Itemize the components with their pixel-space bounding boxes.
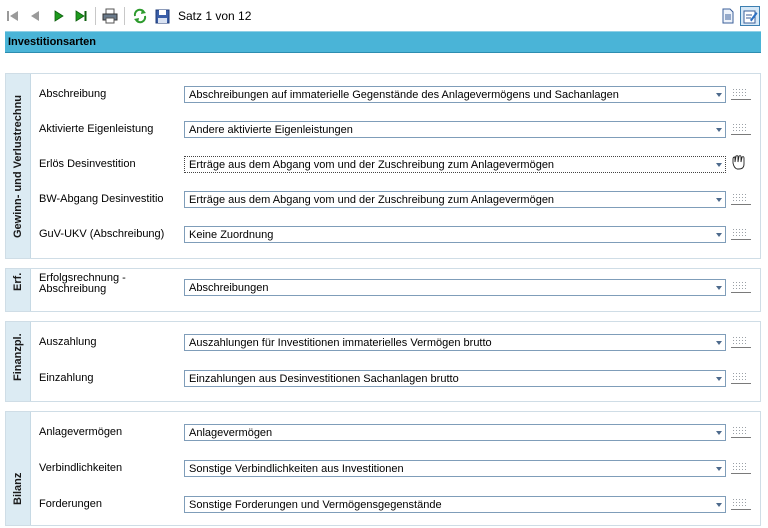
- lookup-grid-icon[interactable]: [730, 334, 752, 350]
- refresh-icon[interactable]: [131, 7, 149, 25]
- lookup-grid-icon[interactable]: [730, 496, 752, 512]
- combo-value: Abschreibungen: [189, 282, 269, 294]
- combo-bw-abgang-desinvestition[interactable]: Erträge aus dem Abgang vom und der Zusch…: [184, 191, 726, 208]
- dropdown-arrow-icon[interactable]: [713, 461, 725, 476]
- group-label: Finanzpl.: [12, 333, 24, 381]
- combo-value: Sonstige Verbindlichkeiten aus Investiti…: [189, 463, 404, 475]
- field-label: Auszahlung: [39, 336, 97, 348]
- field-label: BW-Abgang Desinvestitio: [39, 193, 164, 205]
- field-label: Erfolgsrechnung - Abschreibung: [39, 273, 126, 295]
- field-label: Anlagevermögen: [39, 426, 123, 438]
- toolbar: Satz 1 von 12: [0, 0, 768, 30]
- next-record-icon[interactable]: [50, 7, 68, 25]
- combo-erloes-desinvestition[interactable]: Erträge aus dem Abgang vom und der Zusch…: [184, 156, 726, 173]
- dropdown-arrow-icon[interactable]: [713, 122, 725, 137]
- panel-title-bar: Investitionsarten: [5, 31, 761, 53]
- lookup-grid-icon[interactable]: [730, 370, 752, 386]
- lookup-grid-icon[interactable]: [730, 226, 752, 242]
- combo-value: Einzahlungen aus Desinvestitionen Sachan…: [189, 373, 459, 385]
- group-tab: Gewinn- und Verlustrechnu: [6, 74, 31, 258]
- dropdown-arrow-icon[interactable]: [713, 87, 725, 102]
- dropdown-arrow-icon[interactable]: [713, 192, 725, 207]
- print-icon[interactable]: [101, 7, 119, 25]
- group-erfolgsrechnung: Erf. Erfolgsrechnung - Abschreibung Absc…: [5, 268, 761, 312]
- hand-cursor-icon: [730, 154, 752, 170]
- combo-value: Abschreibungen auf immaterielle Gegenstä…: [189, 89, 619, 101]
- group-label: Gewinn- und Verlustrechnu: [12, 94, 24, 238]
- dropdown-arrow-icon[interactable]: [713, 371, 725, 386]
- field-label: Erlös Desinvestition: [39, 158, 136, 170]
- combo-erfolgsrechnung-abschreibung[interactable]: Abschreibungen: [184, 279, 726, 296]
- combo-auszahlung[interactable]: Auszahlungen für Investitionen immaterie…: [184, 334, 726, 351]
- document-view-icon[interactable]: [718, 6, 738, 26]
- group-tab: Bilanz: [6, 412, 31, 525]
- dropdown-arrow-icon[interactable]: [713, 227, 725, 242]
- group-tab: Erf.: [6, 269, 31, 311]
- combo-guv-ukv[interactable]: Keine Zuordnung: [184, 226, 726, 243]
- combo-aktivierte-eigenleistung[interactable]: Andere aktivierte Eigenleistungen: [184, 121, 726, 138]
- field-label: Aktivierte Eigenleistung: [39, 123, 154, 135]
- first-record-icon[interactable]: [4, 7, 22, 25]
- lookup-grid-icon[interactable]: [730, 460, 752, 476]
- last-record-icon[interactable]: [72, 7, 90, 25]
- combo-verbindlichkeiten[interactable]: Sonstige Verbindlichkeiten aus Investiti…: [184, 460, 726, 477]
- dropdown-arrow-icon[interactable]: [713, 280, 725, 295]
- combo-value: Erträge aus dem Abgang vom und der Zusch…: [189, 194, 555, 206]
- field-label: Einzahlung: [39, 372, 94, 384]
- group-label: Erf.: [12, 272, 24, 291]
- save-icon[interactable]: [153, 7, 171, 25]
- previous-record-icon[interactable]: [26, 7, 44, 25]
- group-tab: Finanzpl.: [6, 322, 31, 401]
- edit-form-icon[interactable]: [740, 6, 760, 26]
- dropdown-arrow-icon[interactable]: [713, 425, 725, 440]
- dropdown-arrow-icon[interactable]: [713, 157, 725, 172]
- combo-forderungen[interactable]: Sonstige Forderungen und Vermögensgegens…: [184, 496, 726, 513]
- combo-value: Keine Zuordnung: [189, 229, 274, 241]
- toolbar-separator: [95, 7, 96, 25]
- combo-value: Sonstige Forderungen und Vermögensgegens…: [189, 499, 442, 511]
- dropdown-arrow-icon[interactable]: [713, 335, 725, 350]
- field-label: Abschreibung: [39, 88, 107, 100]
- panel-title: Investitionsarten: [8, 36, 97, 48]
- lookup-grid-icon[interactable]: [730, 279, 752, 295]
- combo-einzahlung[interactable]: Einzahlungen aus Desinvestitionen Sachan…: [184, 370, 726, 387]
- record-status: Satz 1 von 12: [178, 9, 252, 23]
- toolbar-separator: [124, 7, 125, 25]
- combo-value: Andere aktivierte Eigenleistungen: [189, 124, 353, 136]
- lookup-grid-icon[interactable]: [730, 424, 752, 440]
- lookup-grid-icon[interactable]: [730, 86, 752, 102]
- combo-anlagevermoegen[interactable]: Anlagevermögen: [184, 424, 726, 441]
- field-label: Forderungen: [39, 498, 102, 510]
- group-label: Bilanz: [12, 472, 24, 505]
- combo-abschreibung[interactable]: Abschreibungen auf immaterielle Gegenstä…: [184, 86, 726, 103]
- group-finanzplan: Finanzpl. Auszahlung Auszahlungen für In…: [5, 321, 761, 402]
- group-bilanz: Bilanz Anlagevermögen Anlagevermögen Ver…: [5, 411, 761, 526]
- lookup-grid-icon[interactable]: [730, 191, 752, 207]
- field-label: GuV-UKV (Abschreibung): [39, 228, 165, 240]
- combo-value: Erträge aus dem Abgang vom und der Zusch…: [189, 159, 555, 171]
- dropdown-arrow-icon[interactable]: [713, 497, 725, 512]
- combo-value: Anlagevermögen: [189, 427, 273, 439]
- lookup-grid-icon[interactable]: [730, 121, 752, 137]
- field-label: Verbindlichkeiten: [39, 462, 123, 474]
- combo-value: Auszahlungen für Investitionen immaterie…: [189, 337, 492, 349]
- group-guv: Gewinn- und Verlustrechnu Abschreibung A…: [5, 73, 761, 259]
